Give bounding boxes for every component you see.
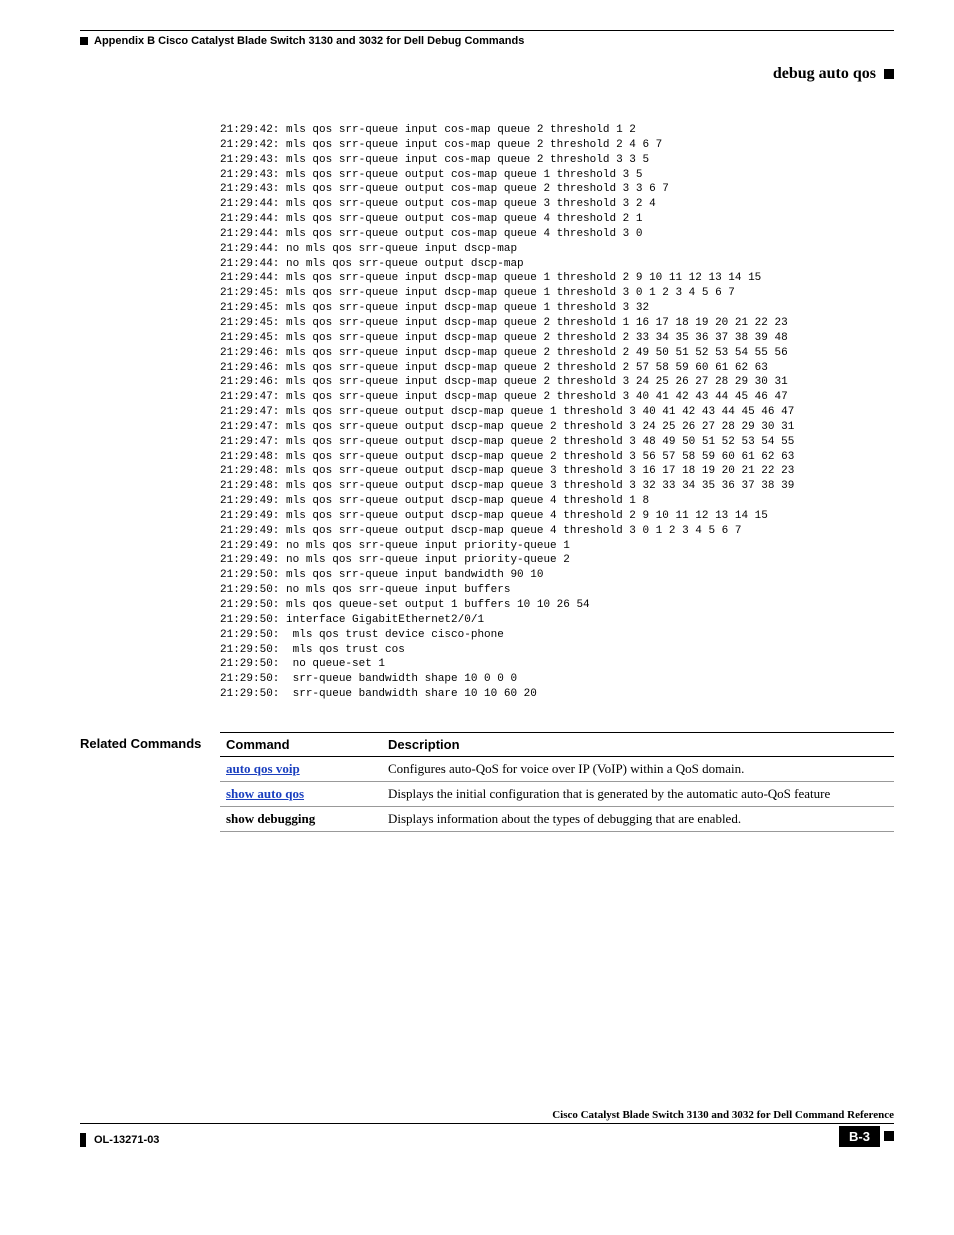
footer-doc-id: OL-13271-03: [94, 1134, 159, 1146]
description-cell: Configures auto-QoS for voice over IP (V…: [382, 756, 894, 781]
command-cell: auto qos voip: [220, 756, 382, 781]
header-left-text: Appendix B Cisco Catalyst Blade Switch 3…: [94, 35, 524, 47]
description-cell: Displays the initial configuration that …: [382, 781, 894, 806]
header-left-marker-icon: [80, 37, 88, 45]
command-link[interactable]: show auto qos: [226, 786, 304, 801]
top-rule: [80, 30, 894, 31]
related-commands-table: Command Description auto qos voip Configu…: [220, 732, 894, 832]
table-row: show debuggingDisplays information about…: [220, 806, 894, 831]
footer-right-marker-icon: [884, 1131, 894, 1141]
running-header: Appendix B Cisco Catalyst Blade Switch 3…: [80, 35, 894, 47]
command-cell: show auto qos: [220, 781, 382, 806]
footer-left-marker-icon: [80, 1133, 86, 1147]
page-number-badge: B-3: [839, 1126, 880, 1147]
table-header-description: Description: [382, 732, 894, 756]
table-header-command: Command: [220, 732, 382, 756]
table-row: auto qos voip Configures auto-QoS for voi…: [220, 756, 894, 781]
command-cell: show debugging: [220, 806, 382, 831]
footer-left: OL-13271-03: [80, 1127, 159, 1147]
table-row: show auto qos Displays the initial config…: [220, 781, 894, 806]
description-cell: Displays information about the types of …: [382, 806, 894, 831]
header-right: debug auto qos: [80, 49, 894, 83]
page: Appendix B Cisco Catalyst Blade Switch 3…: [0, 0, 954, 1175]
related-commands-label: Related Commands: [80, 732, 220, 751]
cli-output: 21:29:42: mls qos srr-queue input cos-ma…: [220, 123, 894, 702]
page-footer: Cisco Catalyst Blade Switch 3130 and 303…: [80, 1109, 894, 1147]
header-right-text: debug auto qos: [773, 65, 876, 83]
header-left: Appendix B Cisco Catalyst Blade Switch 3…: [80, 35, 524, 47]
command-link[interactable]: auto qos voip: [226, 761, 300, 776]
footer-title: Cisco Catalyst Blade Switch 3130 and 303…: [80, 1109, 894, 1123]
related-commands-section: Related Commands Command Description aut…: [80, 732, 894, 832]
header-right-marker-icon: [884, 69, 894, 79]
